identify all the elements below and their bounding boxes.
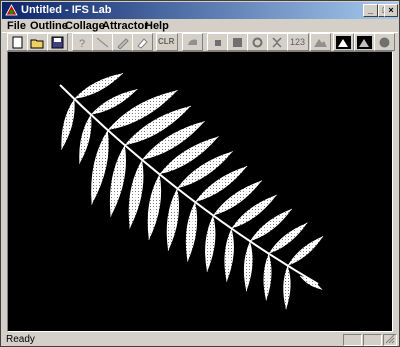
status-pane-2 (363, 334, 382, 346)
minimize-icon: _ (367, 5, 373, 15)
close-icon: × (388, 5, 394, 15)
mountain-white-button[interactable] (354, 33, 375, 51)
small-square-button[interactable] (207, 33, 228, 51)
toolbar: ? CLR 123 (2, 32, 398, 51)
close-button[interactable]: × (384, 4, 398, 17)
open-button[interactable] (27, 33, 48, 51)
status-pane-1 (343, 334, 362, 346)
svg-text:?: ? (79, 38, 85, 49)
open-icon (30, 39, 44, 49)
menu-outline[interactable]: Outline (30, 19, 68, 33)
menu-help[interactable]: Help (145, 19, 169, 33)
attractor-canvas[interactable] (7, 51, 393, 332)
app-fern-icon (5, 4, 18, 16)
help-button[interactable]: ? (72, 33, 93, 51)
new-button[interactable] (7, 33, 28, 51)
window-title: Untitled - IFS Lab (21, 4, 112, 16)
mountain-white-icon (357, 36, 372, 49)
fern-attractor (59, 72, 324, 310)
landscape-icon (314, 39, 327, 47)
landscape-button[interactable] (310, 33, 331, 51)
menu-bar: File Outline Collage Attractor Help (2, 19, 398, 33)
clr-button[interactable]: CLR (156, 33, 178, 51)
save-button[interactable] (47, 33, 68, 51)
resize-grip-icon (385, 334, 395, 344)
app-window: Untitled - IFS Lab _ □ × File Outline Co… (0, 0, 400, 347)
eraser-icon (137, 38, 148, 49)
line-icon (96, 37, 109, 48)
line-button[interactable] (92, 33, 113, 51)
hand-icon (188, 39, 197, 45)
status-pane-3 (383, 334, 397, 346)
save-icon (51, 36, 64, 49)
rotate-icon (252, 37, 263, 48)
title-bar[interactable]: Untitled - IFS Lab _ □ (2, 2, 398, 19)
new-icon (12, 36, 23, 49)
large-square-button[interactable] (227, 33, 248, 51)
eraser-button[interactable] (132, 33, 153, 51)
square-large-icon (233, 38, 242, 47)
square-small-icon (215, 40, 221, 46)
mountain-black-icon (336, 36, 351, 49)
dot-button[interactable] (374, 33, 395, 51)
hand-button[interactable] (182, 33, 203, 51)
clr-label: CLR (158, 37, 175, 46)
status-text: Ready (6, 334, 35, 345)
shrink-button[interactable] (267, 33, 288, 51)
menu-attractor[interactable]: Attractor (102, 19, 148, 33)
help-icon: ? (79, 38, 85, 49)
menu-collage[interactable]: Collage (65, 19, 105, 33)
rotate-button[interactable] (247, 33, 268, 51)
shrink-icon (272, 37, 282, 48)
mountain-black-button[interactable] (333, 33, 354, 51)
pencil-button[interactable] (112, 33, 133, 51)
number-icon: 123 (290, 37, 306, 47)
menu-file[interactable]: File (7, 19, 26, 33)
pencil-icon (117, 38, 129, 49)
number-button[interactable]: 123 (287, 33, 309, 51)
status-bar: Ready (2, 334, 398, 346)
minimize-button[interactable]: _ (363, 4, 378, 17)
dot-icon (379, 37, 390, 48)
